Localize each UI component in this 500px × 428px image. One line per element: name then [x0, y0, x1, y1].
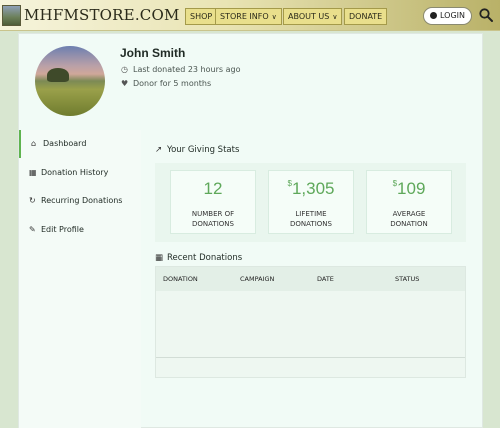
- home-icon: ⌂: [31, 139, 37, 148]
- stat-label: LIFETIME DONATIONS: [290, 210, 332, 228]
- nav-about-us-label: ABOUT US: [288, 12, 330, 21]
- sidebar-item-donation-history[interactable]: ▦ Donation History: [19, 159, 141, 187]
- table-divider: [156, 357, 465, 358]
- sidebar-item-label: Donation History: [41, 168, 109, 177]
- column-header-date[interactable]: DATE: [317, 275, 334, 283]
- recent-donations-heading: ▦ Recent Donations: [155, 253, 242, 263]
- top-nav-bar: MHFMSTORE.COM SHOP STORE INFO ∨ ABOUT US ∨…: [0, 0, 500, 31]
- column-header-campaign[interactable]: CAMPAIGN: [240, 275, 274, 283]
- nav-donate[interactable]: DONATE: [344, 8, 388, 25]
- sidebar: ⌂ Dashboard ▦ Donation History ↻ Recurring …: [19, 130, 141, 428]
- table-header: DONATION CAMPAIGN DATE STATUS: [156, 267, 465, 291]
- nav-shop[interactable]: SHOP: [185, 8, 218, 25]
- sidebar-item-edit-profile[interactable]: ✎ Edit Profile: [19, 216, 141, 244]
- login-button[interactable]: LOGIN: [423, 7, 472, 25]
- donor-name: John Smith: [120, 46, 186, 60]
- nav-store-info-label: STORE INFO: [220, 12, 269, 21]
- clock-icon: ◷: [121, 65, 128, 74]
- last-donated: ◷ Last donated 23 hours ago: [121, 65, 240, 74]
- chevron-down-icon: ∨: [332, 13, 338, 21]
- stat-value: 12: [203, 179, 223, 198]
- user-icon: [429, 12, 437, 19]
- sidebar-item-label: Dashboard: [43, 139, 87, 148]
- store-logo-image[interactable]: [2, 5, 21, 26]
- store-logo-text[interactable]: MHFMSTORE.COM: [24, 6, 180, 24]
- recent-donations-table: DONATION CAMPAIGN DATE STATUS: [155, 266, 466, 378]
- sidebar-item-dashboard[interactable]: ⌂ Dashboard: [19, 130, 141, 158]
- stat-lifetime-donations: $1,305 LIFETIME DONATIONS: [268, 170, 354, 234]
- stat-value: $1,305: [287, 179, 335, 198]
- nav-store-info[interactable]: STORE INFO ∨: [215, 8, 282, 25]
- donor-duration: ♥ Donor for 5 months: [121, 79, 211, 88]
- sidebar-item-label: Recurring Donations: [41, 196, 123, 205]
- stat-label: AVERAGE DONATION: [390, 210, 428, 228]
- avatar: [35, 46, 105, 116]
- sidebar-item-label: Edit Profile: [41, 225, 84, 234]
- calendar-icon: ▦: [29, 168, 37, 177]
- recent-donations-title: Recent Donations: [167, 253, 243, 263]
- chart-icon: ↗: [155, 145, 163, 155]
- sidebar-item-recurring-donations[interactable]: ↻ Recurring Donations: [19, 187, 141, 215]
- calendar-icon: ▦: [155, 253, 164, 263]
- column-header-status[interactable]: STATUS: [395, 275, 419, 283]
- last-donated-text: Last donated 23 hours ago: [133, 65, 241, 74]
- nav-donate-label: DONATE: [349, 12, 383, 21]
- login-label: LOGIN: [439, 11, 465, 20]
- stat-average-donation: $109 AVERAGE DONATION: [366, 170, 452, 234]
- nav-shop-label: SHOP: [190, 12, 213, 21]
- stat-number-of-donations: 12 NUMBER OF DONATIONS: [170, 170, 256, 234]
- chevron-down-icon: ∨: [271, 13, 277, 21]
- giving-stats-heading: ↗ Your Giving Stats: [155, 145, 239, 155]
- column-header-donation[interactable]: DONATION: [163, 275, 198, 283]
- stat-value: $109: [392, 179, 426, 198]
- giving-stats-title: Your Giving Stats: [167, 145, 240, 155]
- donor-duration-text: Donor for 5 months: [133, 79, 212, 88]
- nav-about-us[interactable]: ABOUT US ∨: [283, 8, 343, 25]
- heart-icon: ♥: [121, 79, 129, 88]
- avatar-tree: [47, 68, 69, 82]
- search-icon[interactable]: [478, 7, 494, 23]
- giving-stats-panel: 12 NUMBER OF DONATIONS $1,305 LIFETIME DON…: [155, 163, 466, 242]
- refresh-icon: ↻: [29, 196, 36, 205]
- stat-label: NUMBER OF DONATIONS: [191, 210, 235, 228]
- pencil-icon: ✎: [29, 225, 36, 234]
